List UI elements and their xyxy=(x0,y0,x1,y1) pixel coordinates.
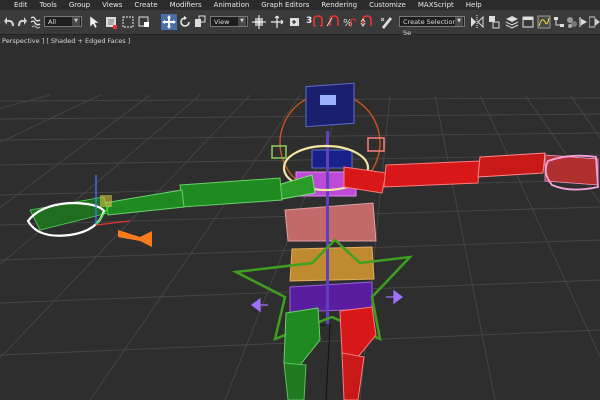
angle-snap-icon[interactable] xyxy=(326,14,340,30)
graphite-ribbon-icon[interactable] xyxy=(521,14,535,30)
menu-bar: Edit Tools Group Views Create Modifiers … xyxy=(0,0,600,10)
menu-help[interactable]: Help xyxy=(466,0,482,10)
spinner-snap-icon[interactable] xyxy=(359,14,373,30)
perspective-viewport[interactable]: Perspective ] [ Shaded + Edged Faces ] xyxy=(0,35,600,400)
menu-views[interactable]: Views xyxy=(102,0,122,10)
menu-edit[interactable]: Edit xyxy=(14,0,28,10)
rectangle-selection-icon[interactable] xyxy=(121,14,135,30)
redo-icon[interactable] xyxy=(16,14,28,30)
chevron-down-icon: ▼ xyxy=(72,17,80,26)
window-crossing-icon[interactable] xyxy=(137,14,151,30)
select-object-icon[interactable] xyxy=(87,14,101,30)
left-leg-chain[interactable] xyxy=(283,307,321,400)
align-icon[interactable] xyxy=(487,14,501,30)
menu-graph-editors[interactable]: Graph Editors xyxy=(261,0,309,10)
selection-filter-dropdown[interactable]: All ▼ xyxy=(44,16,82,27)
schematic-view-icon[interactable] xyxy=(553,14,565,30)
chevron-down-icon: ▼ xyxy=(238,17,246,26)
viewport-scene xyxy=(0,82,600,400)
mirror-icon[interactable] xyxy=(470,14,484,30)
unlink-icon[interactable] xyxy=(41,14,42,30)
undo-icon[interactable] xyxy=(3,14,17,30)
viewport-label[interactable]: Perspective ] [ Shaded + Edged Faces ] xyxy=(2,37,130,45)
select-scale-icon[interactable] xyxy=(193,14,207,30)
menu-rendering[interactable]: Rendering xyxy=(321,0,357,10)
menu-group[interactable]: Group xyxy=(69,0,90,10)
menu-maxscript[interactable]: MAXScript xyxy=(418,0,454,10)
curve-editor-icon[interactable] xyxy=(537,14,551,30)
chevron-down-icon: ▼ xyxy=(455,17,463,26)
menu-create[interactable]: Create xyxy=(134,0,157,10)
select-by-name-icon[interactable] xyxy=(104,14,118,30)
select-rotate-icon[interactable] xyxy=(178,14,192,30)
pivot-center-icon[interactable] xyxy=(252,14,266,30)
edit-named-selection-icon[interactable] xyxy=(380,14,394,30)
render-setup-icon[interactable] xyxy=(578,14,589,30)
named-selection-dropdown[interactable]: Create Selection Se ▼ xyxy=(399,16,465,37)
pointer-arrow-icon xyxy=(118,230,152,247)
select-move-icon[interactable] xyxy=(161,14,177,30)
layer-manager-icon[interactable] xyxy=(505,14,519,30)
bind-spacewarp-icon[interactable] xyxy=(31,24,41,30)
spine-chain[interactable] xyxy=(284,82,377,326)
left-shoulder-control[interactable] xyxy=(271,145,287,159)
reference-coord-value: View xyxy=(214,18,230,26)
menu-animation[interactable]: Animation xyxy=(214,0,250,10)
right-shoulder-control[interactable] xyxy=(367,137,385,152)
material-editor-icon[interactable] xyxy=(566,14,578,30)
selection-filter-value: All xyxy=(48,18,57,26)
render-production-icon[interactable] xyxy=(595,14,600,30)
keyboard-shortcut-icon[interactable] xyxy=(287,14,301,30)
percent-snap-icon[interactable]: % xyxy=(343,14,356,30)
reference-coord-dropdown[interactable]: View ▼ xyxy=(210,16,248,27)
hip-right-arrow[interactable] xyxy=(386,289,403,305)
main-toolbar: All ▼ View ▼ 3 % Create Selection Se ▼ xyxy=(0,10,600,37)
menu-customize[interactable]: Customize xyxy=(369,0,406,10)
hip-left-arrow[interactable] xyxy=(251,297,268,313)
menu-modifiers[interactable]: Modifiers xyxy=(170,0,202,10)
menu-tools[interactable]: Tools xyxy=(40,0,57,10)
snaps-toggle-icon[interactable] xyxy=(312,14,324,30)
right-leg-chain[interactable] xyxy=(339,306,377,400)
select-manipulate-icon[interactable] xyxy=(270,14,284,30)
